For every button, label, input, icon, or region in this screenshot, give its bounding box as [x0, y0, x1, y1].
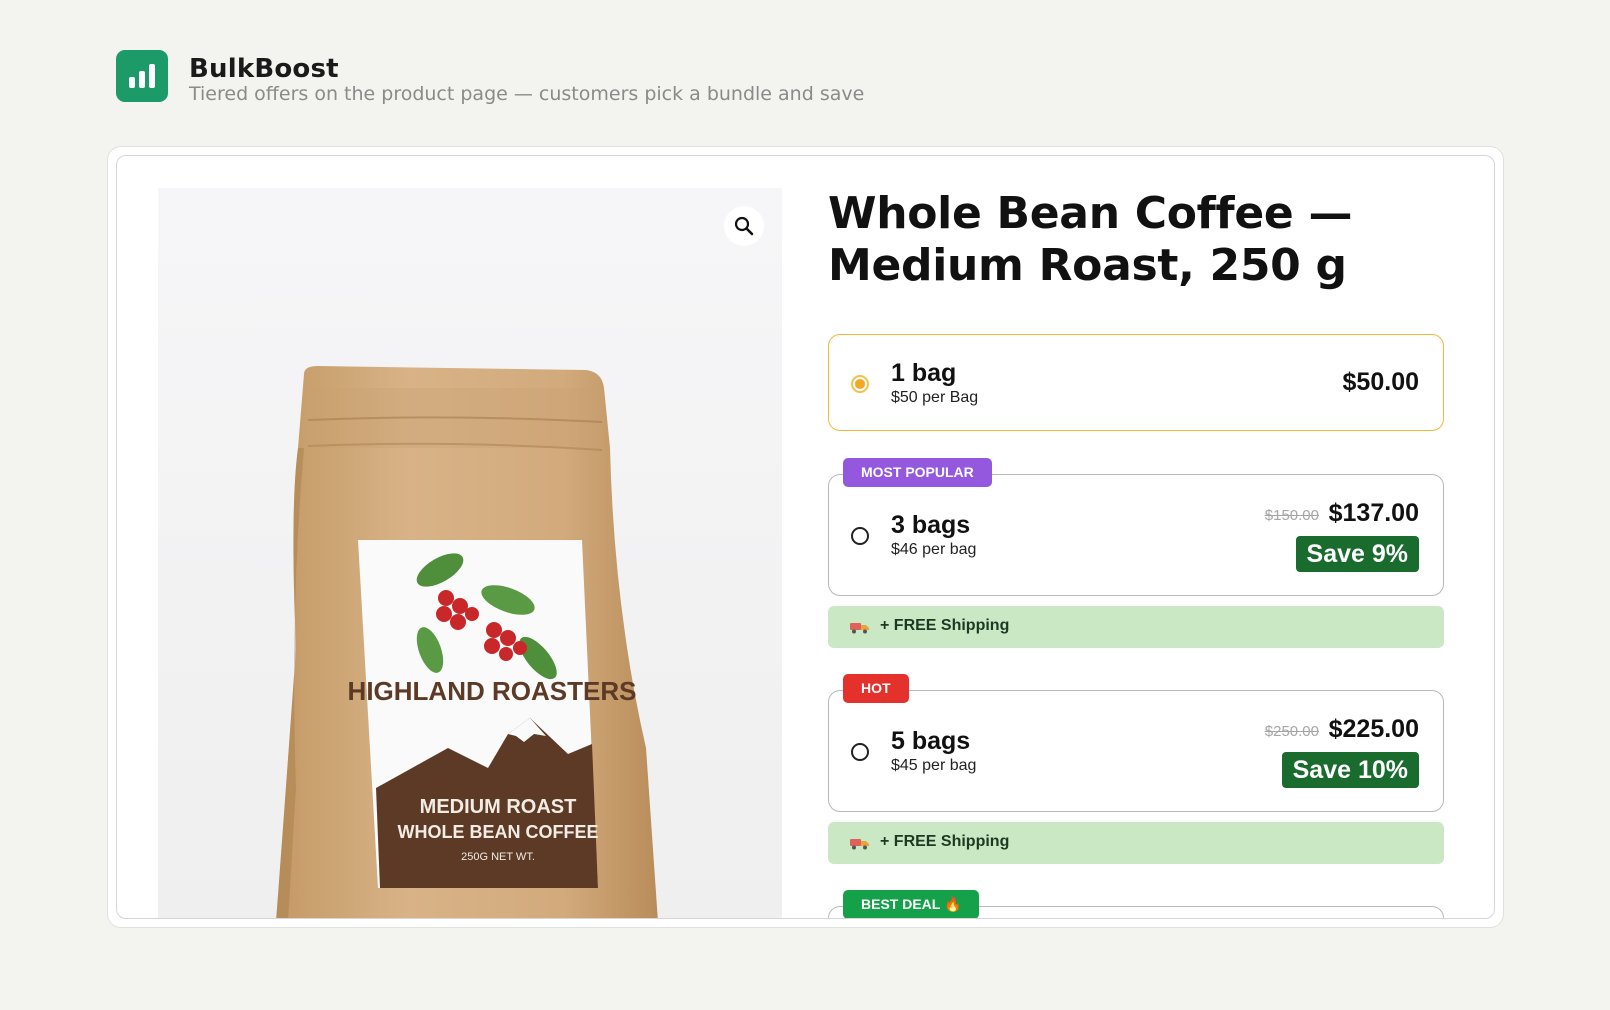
offer-quantity: 3 bags	[891, 511, 971, 539]
bag-type-text: WHOLE BEAN COFFEE	[398, 822, 599, 842]
app-tagline: Tiered offers on the product page — cust…	[189, 83, 865, 105]
save-badge: Save 9%	[1295, 536, 1419, 572]
offer-radio[interactable]	[851, 375, 869, 393]
product-page: HIGHLAND ROASTERS MEDIUM ROAST WHOLE BEA…	[116, 155, 1495, 919]
offer-radio[interactable]	[851, 743, 869, 761]
offer-quantity: 1 bag	[891, 359, 957, 387]
offer-best-deal[interactable]: BEST DEAL 🔥	[828, 890, 1444, 918]
save-badge: Save 10%	[1281, 752, 1419, 788]
product-image[interactable]: HIGHLAND ROASTERS MEDIUM ROAST WHOLE BEA…	[158, 188, 782, 918]
bag-weight-text: 250G NET WT.	[461, 851, 535, 863]
truck-icon	[850, 839, 869, 850]
offer-5-bags[interactable]: HOT 5 bags $45 per bag $250.00 $225.00 S…	[828, 674, 1444, 812]
product-title: Whole Bean Coffee — Medium Roast, 250 g	[828, 188, 1353, 291]
truck-icon	[850, 623, 869, 634]
storefront-preview: HIGHLAND ROASTERS MEDIUM ROAST WHOLE BEA…	[107, 146, 1504, 928]
bar-chart-icon	[116, 50, 168, 102]
offer-price: $137.00	[1328, 499, 1419, 527]
offer-label-most-popular: MOST POPULAR	[843, 458, 992, 487]
bag-roast-text: MEDIUM ROAST	[420, 796, 577, 818]
coffee-bag-illustration: HIGHLAND ROASTERS MEDIUM ROAST WHOLE BEA…	[276, 366, 658, 918]
shipping-text: + FREE Shipping	[880, 617, 1010, 634]
offer-quantity: 5 bags	[891, 727, 971, 755]
offer-label-hot: HOT	[843, 674, 909, 703]
shipping-text: + FREE Shipping	[880, 833, 1010, 850]
offer-unit-price: $45 per bag	[891, 757, 977, 774]
free-shipping-banner: + FREE Shipping	[828, 606, 1444, 648]
offer-compare-price: $250.00	[1264, 723, 1319, 740]
offer-price: $50.00	[1342, 368, 1419, 396]
offer-compare-price: $150.00	[1264, 507, 1319, 524]
offer-label-best-deal: BEST DEAL 🔥	[843, 890, 980, 918]
offer-price: $225.00	[1328, 715, 1419, 743]
offer-radio[interactable]	[851, 527, 869, 545]
offer-unit-price: $50 per Bag	[891, 389, 979, 406]
free-shipping-banner: + FREE Shipping	[828, 822, 1444, 864]
zoom-button[interactable]	[724, 206, 764, 246]
bag-brand-text: HIGHLAND ROASTERS	[348, 676, 637, 706]
app-name: BulkBoost	[189, 54, 339, 84]
offer-unit-price: $46 per bag	[891, 541, 977, 558]
offer-3-bags[interactable]: MOST POPULAR 3 bags $46 per bag $150.00 …	[828, 458, 1444, 596]
magnifier-icon	[734, 216, 754, 236]
offer-1-bag[interactable]: 1 bag $50 per Bag $50.00	[828, 334, 1444, 431]
